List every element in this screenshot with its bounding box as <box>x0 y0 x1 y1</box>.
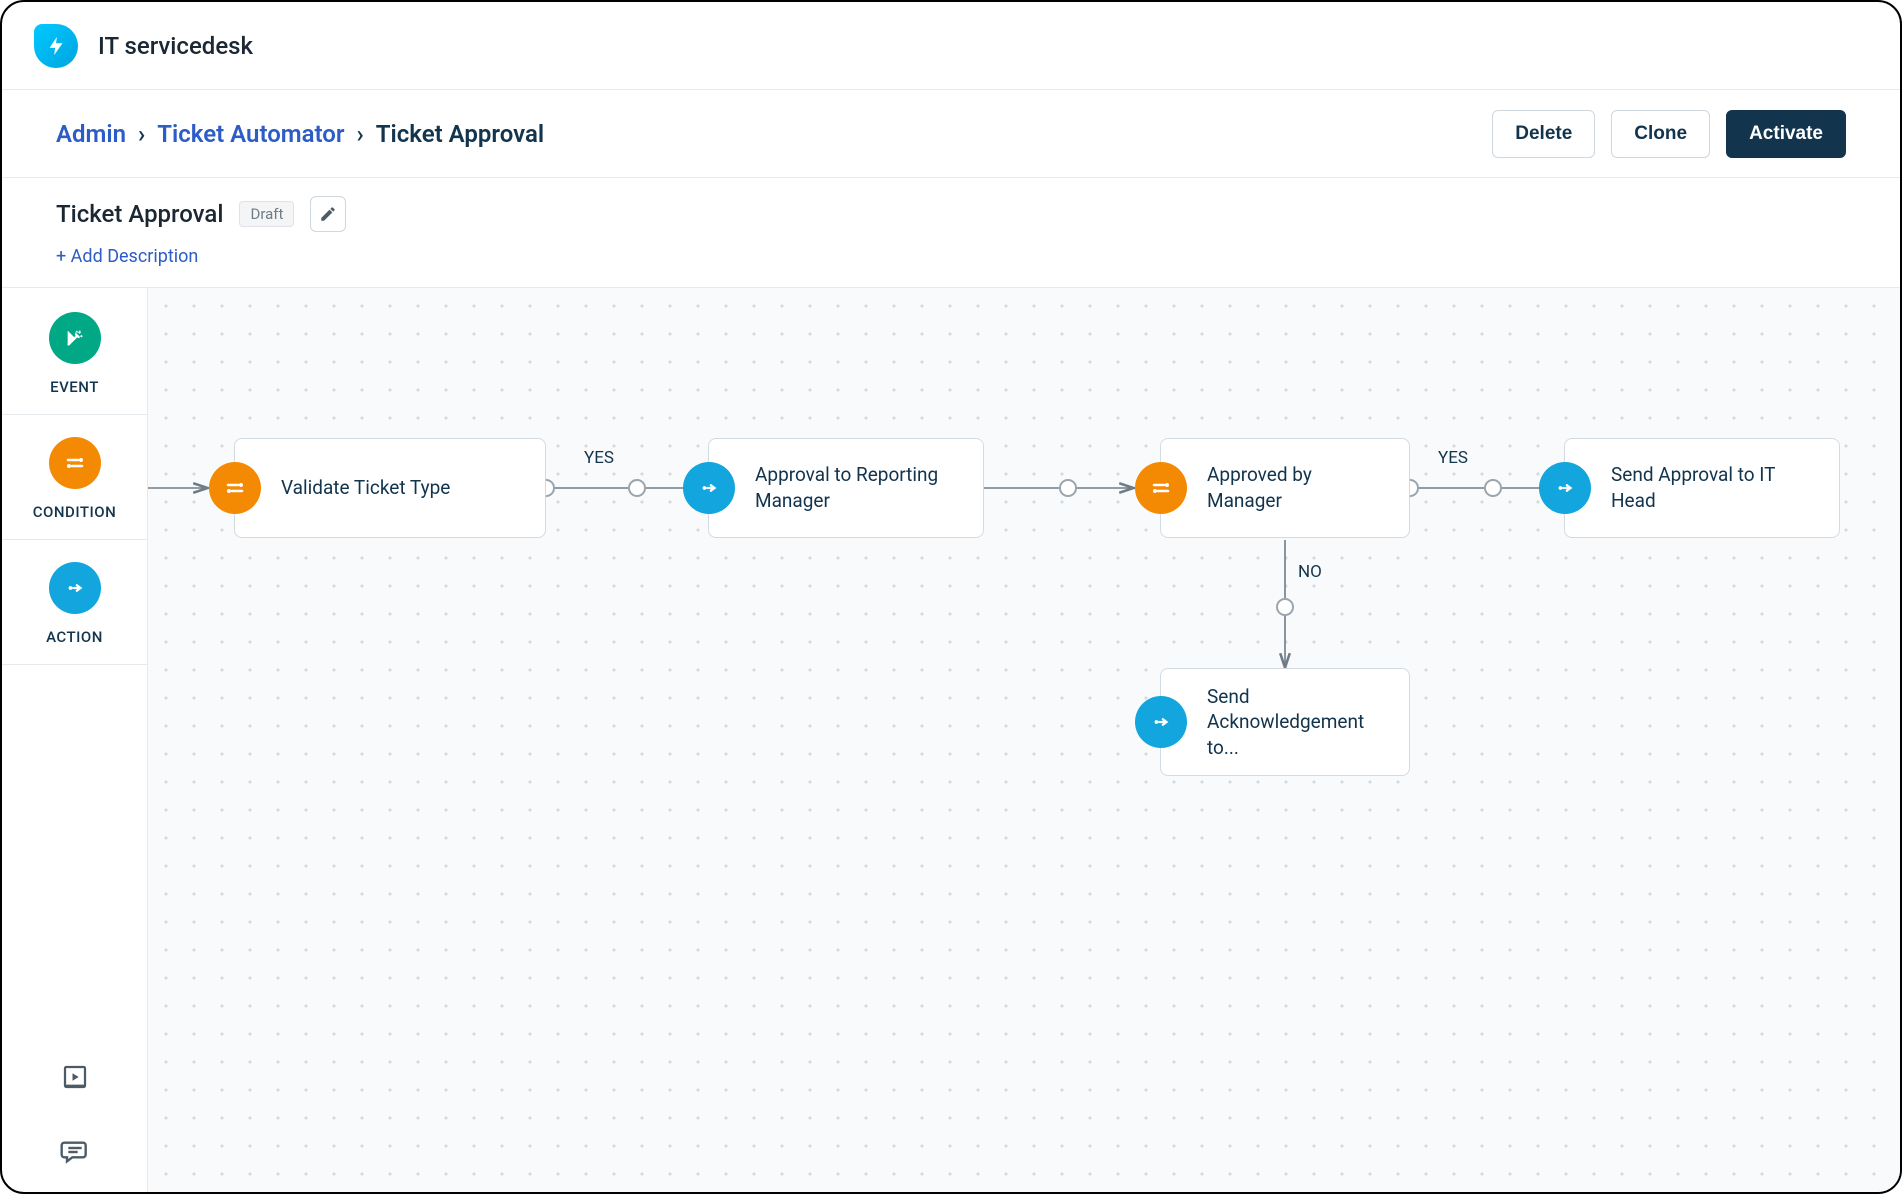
clone-button[interactable]: Clone <box>1611 110 1710 158</box>
action-icon <box>1135 696 1187 748</box>
condition-icon <box>209 462 261 514</box>
connectors <box>148 288 1900 1194</box>
flow-node-send-acknowledgement[interactable]: Send Acknowledgement to... <box>1160 668 1410 776</box>
flow-canvas[interactable]: YES YES NO Validate Ticket Type <box>148 288 1900 1194</box>
node-label: Send Approval to IT Head <box>1591 462 1839 513</box>
delete-button[interactable]: Delete <box>1492 110 1595 158</box>
palette-label: CONDITION <box>33 503 116 521</box>
condition-icon <box>1135 462 1187 514</box>
node-label: Validate Ticket Type <box>261 475 470 501</box>
node-label: Approval to Reporting Manager <box>735 462 983 513</box>
edit-title-button[interactable] <box>310 196 346 232</box>
app-logo <box>34 24 78 68</box>
pencil-icon <box>319 205 337 223</box>
edge-midpoint[interactable] <box>1276 598 1294 616</box>
header-actions: Delete Clone Activate <box>1492 110 1846 158</box>
action-icon <box>683 462 735 514</box>
page-title: Ticket Approval <box>56 200 223 228</box>
playbook-icon[interactable] <box>60 1062 90 1096</box>
edge-label-no: NO <box>1298 562 1322 582</box>
edge-label-yes: YES <box>584 448 614 468</box>
palette-item-condition[interactable]: CONDITION <box>2 415 147 540</box>
edge-midpoint[interactable] <box>628 479 646 497</box>
add-description-link[interactable]: + Add Description <box>56 246 198 267</box>
app-title: IT servicedesk <box>98 32 253 60</box>
condition-icon <box>49 437 101 489</box>
breadcrumb: Admin › Ticket Automator › Ticket Approv… <box>56 120 544 148</box>
flow-node-approval-to-reporting-manager[interactable]: Approval to Reporting Manager <box>708 438 984 538</box>
node-label: Send Acknowledgement to... <box>1187 684 1409 761</box>
palette-label: EVENT <box>50 378 99 396</box>
edge-midpoint[interactable] <box>1059 479 1077 497</box>
topbar: IT servicedesk <box>2 2 1900 90</box>
action-icon <box>1539 462 1591 514</box>
palette-utils <box>2 1038 147 1194</box>
action-icon <box>49 562 101 614</box>
breadcrumb-link-automator[interactable]: Ticket Automator <box>157 120 344 148</box>
breadcrumb-current: Ticket Approval <box>376 120 544 148</box>
edge-label-yes: YES <box>1438 448 1468 468</box>
palette-item-action[interactable]: ACTION <box>2 540 147 665</box>
event-icon <box>49 312 101 364</box>
bolt-icon <box>45 35 67 57</box>
flow-node-send-approval-to-it-head[interactable]: Send Approval to IT Head <box>1564 438 1840 538</box>
activate-button[interactable]: Activate <box>1726 110 1846 158</box>
palette-label: ACTION <box>46 628 103 646</box>
title-bar: Ticket Approval Draft + Add Description <box>2 178 1900 288</box>
flow-node-validate-ticket-type[interactable]: Validate Ticket Type <box>234 438 546 538</box>
workspace: EVENT CONDITION <box>2 288 1900 1194</box>
palette: EVENT CONDITION <box>2 288 148 1194</box>
edge-midpoint[interactable] <box>1484 479 1502 497</box>
chevron-right-icon: › <box>357 120 364 148</box>
status-badge: Draft <box>239 201 294 227</box>
flow-node-approved-by-manager[interactable]: Approved by Manager <box>1160 438 1410 538</box>
chat-icon[interactable] <box>59 1136 91 1172</box>
node-label: Approved by Manager <box>1187 462 1409 513</box>
chevron-right-icon: › <box>138 120 145 148</box>
palette-item-event[interactable]: EVENT <box>2 288 147 415</box>
breadcrumb-link-admin[interactable]: Admin <box>56 120 126 148</box>
breadcrumb-bar: Admin › Ticket Automator › Ticket Approv… <box>2 90 1900 178</box>
